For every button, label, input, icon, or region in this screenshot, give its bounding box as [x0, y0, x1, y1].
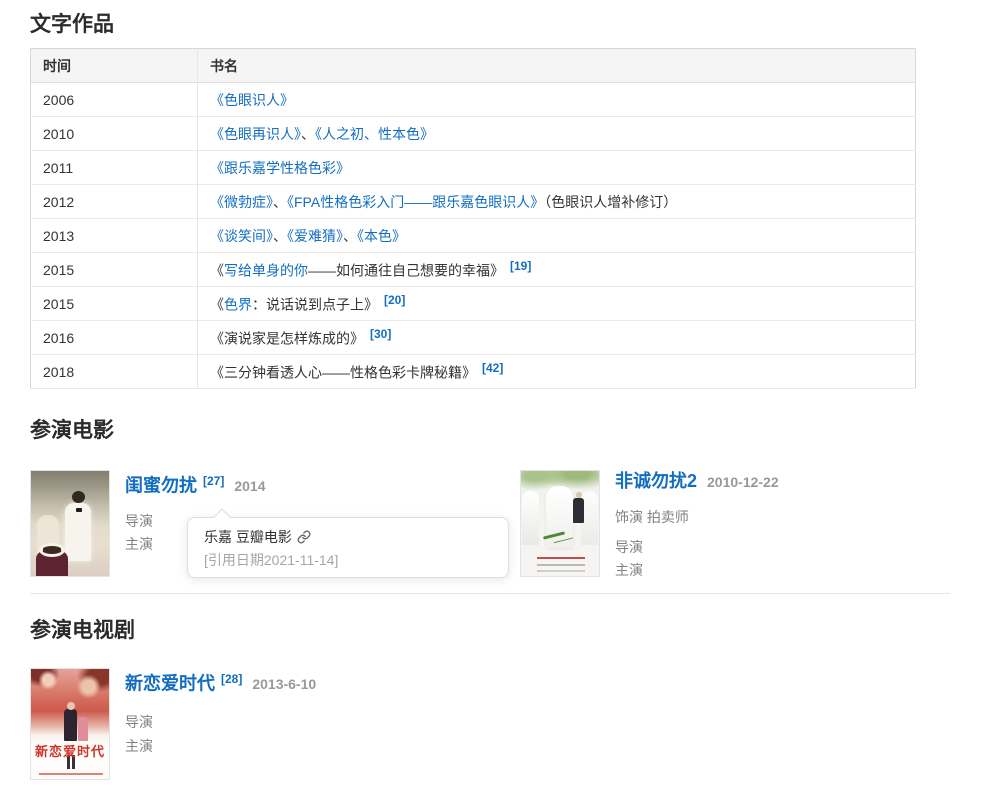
work-year: 2011 — [31, 151, 198, 185]
credit-label: 饰演 拍卖师 — [615, 506, 779, 529]
tooltip-source-text: 乐嘉 豆瓣电影 — [204, 529, 292, 545]
book-link[interactable]: 《爱难猜》 — [287, 228, 343, 244]
work-year: 2015 — [31, 287, 198, 321]
work-titles: 《谈笑间》、《爱难猜》、《本色》 — [198, 219, 916, 253]
plain-text: 、 — [343, 228, 357, 244]
credit-label: 主演 — [125, 734, 316, 758]
book-link[interactable]: 色界 — [224, 296, 252, 312]
credit-label: 导演 — [125, 710, 316, 734]
media-info: 新恋爱时代 [28] 2013-6-10 导演主演 — [125, 668, 316, 758]
plain-text: 《演说家是怎样炼成的》 — [210, 330, 364, 346]
work-year: 2013 — [31, 219, 198, 253]
poster-art-shape — [546, 486, 573, 548]
section-title-movies: 参演电影 — [30, 414, 114, 444]
work-year: 2012 — [31, 185, 198, 219]
tv-card-list: 新恋爱时代新恋爱时代[28]2013-6-10导演主演 — [0, 668, 982, 788]
table-row: 2011 《跟乐嘉学性格色彩》 — [31, 151, 916, 185]
release-date: 2014 — [234, 478, 265, 494]
poster-art-shape — [573, 498, 584, 523]
poster-art-shape — [537, 557, 585, 559]
poster-art-shape — [39, 543, 65, 557]
poster-image[interactable] — [520, 470, 600, 577]
media-card: 非诚勿扰2 2010-12-22 饰演 拍卖师导演主演 — [520, 470, 960, 585]
column-header-time: 时间 — [31, 49, 198, 83]
poster-title-text: 新恋爱时代 — [31, 741, 109, 760]
work-titles: 《色界：说话说到点子上》 [20] — [198, 287, 916, 321]
table-row: 2015 《写给单身的你——如何通往自己想要的幸福》 [19] — [31, 253, 916, 287]
plain-text: ：说话说到点子上》 — [252, 296, 378, 312]
media-card: 新恋爱时代新恋爱时代[28]2013-6-10导演主演 — [30, 668, 470, 783]
table-header-row: 时间 书名 — [31, 49, 916, 83]
book-link[interactable]: 《本色》 — [357, 228, 406, 244]
section-divider — [30, 593, 950, 594]
plain-text: 、 — [273, 228, 287, 244]
work-year: 2006 — [31, 83, 198, 117]
table-row: 2013《谈笑间》、《爱难猜》、《本色》 — [31, 219, 916, 253]
table-row: 2015 《色界：说话说到点子上》 [20] — [31, 287, 916, 321]
plain-text: 《 — [210, 262, 224, 278]
release-date: 2013-6-10 — [252, 676, 316, 692]
reference-link[interactable]: [42] — [482, 361, 503, 375]
poster-art-shape — [67, 702, 75, 710]
table-row: 2006 《色眼识人》 — [31, 83, 916, 117]
reference-link[interactable]: [30] — [370, 327, 391, 341]
book-link[interactable]: 《微勃症》 — [210, 194, 273, 210]
reference-tooltip: 乐嘉 豆瓣电影 [引用日期2021-11-14] — [187, 517, 509, 578]
poster-art-shape — [39, 773, 103, 775]
poster-art-shape — [76, 508, 82, 512]
work-titles: 《三分钟看透人心——性格色彩卡牌秘籍》 [42] — [198, 355, 916, 389]
reference-link[interactable]: [20] — [384, 293, 405, 307]
media-title-link[interactable]: 非诚勿扰2 — [615, 471, 697, 491]
reference-link[interactable]: [19] — [510, 259, 531, 273]
plain-text: 《 — [210, 296, 224, 312]
plain-text: ——如何通往自己想要的幸福》 — [308, 262, 504, 278]
work-year: 2015 — [31, 253, 198, 287]
reference-link[interactable]: [28] — [221, 672, 242, 686]
work-titles: 《写给单身的你——如何通往自己想要的幸福》 [19] — [198, 253, 916, 287]
media-title-link[interactable]: 闺蜜勿扰 — [125, 475, 197, 495]
work-titles: 《演说家是怎样炼成的》 [30] — [198, 321, 916, 355]
book-link[interactable]: 《谈笑间》 — [210, 228, 273, 244]
column-header-bookname: 书名 — [198, 49, 916, 83]
section-title-tv: 参演电视剧 — [30, 614, 135, 644]
media-info: 非诚勿扰2 2010-12-22 饰演 拍卖师导演主演 — [615, 470, 779, 582]
works-table: 时间 书名 2006《色眼识人》2010《色眼再识人》、《人之初、性本色》201… — [30, 48, 916, 389]
media-title-link[interactable]: 新恋爱时代 — [125, 673, 215, 693]
plain-text: 、 — [273, 194, 287, 210]
poster-image[interactable] — [30, 470, 110, 577]
reference-link[interactable]: [27] — [203, 474, 224, 488]
book-link[interactable]: 《色眼再识人》 — [210, 126, 301, 142]
table-row: 2010《色眼再识人》、《人之初、性本色》 — [31, 117, 916, 151]
work-titles: 《色眼再识人》、《人之初、性本色》 — [198, 117, 916, 151]
tooltip-cite-date: [引用日期2021-11-14] — [204, 550, 492, 570]
credit-label: 主演 — [615, 559, 779, 582]
book-link[interactable]: 《色眼识人》 — [210, 92, 294, 108]
table-row: 2018 《三分钟看透人心——性格色彩卡牌秘籍》 [42] — [31, 355, 916, 389]
work-year: 2016 — [31, 321, 198, 355]
plain-text: （色眼识人增补修订） — [544, 194, 677, 210]
plain-text: 、 — [301, 126, 315, 142]
plain-text: 《三分钟看透人心——性格色彩卡牌秘籍》 — [210, 364, 476, 380]
work-titles: 《色眼识人》 — [198, 83, 916, 117]
table-row: 2012《微勃症》、《FPA性格色彩入门——跟乐嘉色眼识人》（色眼识人增补修订） — [31, 185, 916, 219]
credit-label: 导演 — [615, 536, 779, 559]
work-titles: 《跟乐嘉学性格色彩》 — [198, 151, 916, 185]
poster-image[interactable]: 新恋爱时代 — [30, 668, 110, 780]
poster-art-shape — [576, 492, 582, 498]
book-link[interactable]: 《FPA性格色彩入门——跟乐嘉色眼识人》 — [287, 194, 544, 210]
poster-art-shape — [72, 491, 85, 503]
poster-art-shape — [78, 717, 88, 741]
table-row: 2016 《演说家是怎样炼成的》 [30] — [31, 321, 916, 355]
link-icon[interactable] — [297, 530, 311, 544]
section-title-works: 文字作品 — [30, 8, 114, 38]
book-link[interactable]: 《人之初、性本色》 — [315, 126, 434, 142]
book-link[interactable]: 写给单身的你 — [224, 262, 308, 278]
poster-art-shape — [522, 491, 539, 545]
work-year: 2018 — [31, 355, 198, 389]
work-year: 2010 — [31, 117, 198, 151]
book-link[interactable]: 《跟乐嘉学性格色彩》 — [210, 160, 350, 176]
poster-art-shape — [64, 709, 77, 741]
release-date: 2010-12-22 — [707, 474, 779, 490]
work-titles: 《微勃症》、《FPA性格色彩入门——跟乐嘉色眼识人》（色眼识人增补修订） — [198, 185, 916, 219]
